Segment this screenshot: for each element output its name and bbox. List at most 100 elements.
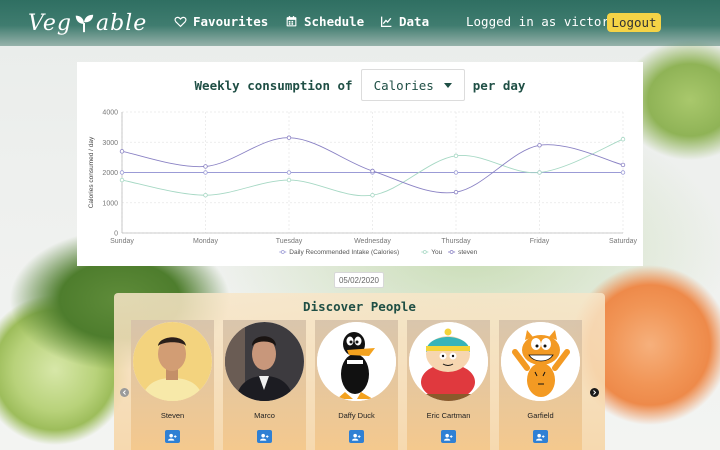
avatar bbox=[317, 322, 396, 401]
man-yellow-shirt-avatar bbox=[133, 322, 212, 401]
line-chart-icon bbox=[380, 16, 392, 28]
avatar bbox=[409, 322, 488, 401]
logout-button[interactable]: Logout bbox=[607, 13, 661, 32]
data-point bbox=[370, 168, 375, 174]
nav-schedule[interactable]: Schedule bbox=[285, 14, 364, 29]
y-tick-label: 0 bbox=[114, 231, 118, 238]
carousel-next-button[interactable] bbox=[590, 388, 599, 397]
avatar bbox=[225, 322, 304, 401]
chart-title-prefix: Weekly consumption of bbox=[194, 77, 353, 93]
add-friend-button[interactable] bbox=[165, 430, 180, 443]
x-tick-label: Sunday bbox=[110, 238, 134, 245]
data-point bbox=[286, 177, 292, 183]
data-point bbox=[286, 170, 292, 175]
app-logo[interactable]: Veg able bbox=[28, 9, 147, 37]
data-point bbox=[203, 192, 208, 198]
heart-icon bbox=[174, 16, 187, 28]
data-point bbox=[453, 170, 459, 175]
chevron-right-icon bbox=[593, 390, 597, 395]
nav-schedule-label: Schedule bbox=[304, 14, 365, 29]
metric-select-value: Calories bbox=[373, 77, 434, 93]
y-tick-label: 1000 bbox=[102, 200, 118, 207]
person-name: Steven bbox=[160, 411, 185, 420]
discover-people-panel: Discover People Steven Marco Daffy Duck … bbox=[114, 293, 605, 450]
data-point bbox=[620, 162, 626, 168]
x-tick-label: Wednesday bbox=[354, 238, 391, 245]
logo-text-start: Veg bbox=[28, 10, 72, 36]
data-point bbox=[537, 143, 542, 148]
add-friend-button[interactable] bbox=[349, 430, 364, 443]
chart-title: Weekly consumption of Calories per day bbox=[77, 68, 643, 102]
data-point bbox=[203, 164, 208, 169]
x-tick-label: Tuesday bbox=[276, 238, 303, 245]
data-point bbox=[537, 170, 542, 175]
add-friend-button[interactable] bbox=[441, 430, 456, 443]
person-name: Eric Cartman bbox=[426, 411, 471, 420]
metric-select[interactable]: Calories bbox=[360, 69, 465, 101]
nav-data-label: Data bbox=[399, 14, 430, 29]
avatar bbox=[133, 322, 212, 401]
data-point bbox=[286, 135, 292, 140]
y-tick-label: 4000 bbox=[102, 110, 118, 117]
garfield-avatar bbox=[501, 322, 580, 401]
y-axis-label: Calories consumed / day bbox=[88, 136, 95, 208]
logo-text-end: able bbox=[95, 10, 148, 36]
sprout-icon bbox=[75, 14, 94, 33]
man-suit-avatar bbox=[225, 322, 304, 401]
data-point bbox=[453, 153, 459, 159]
chevron-down-icon bbox=[443, 82, 452, 88]
person-card[interactable]: Garfield bbox=[499, 320, 582, 450]
chart-title-suffix: per day bbox=[472, 77, 526, 93]
x-tick-label: Friday bbox=[530, 238, 550, 245]
data-point bbox=[119, 177, 125, 183]
person-name: Marco bbox=[254, 411, 275, 420]
user-plus-icon bbox=[536, 433, 545, 441]
data-point bbox=[453, 189, 459, 195]
data-point bbox=[119, 149, 125, 154]
date-label: 05/02/2020 bbox=[334, 272, 384, 288]
legend-label: Daily Recommended Intake (Calories) bbox=[289, 249, 399, 256]
logged-in-status: Logged in as victor bbox=[466, 14, 609, 29]
person-card[interactable]: Daffy Duck bbox=[315, 320, 398, 450]
data-point bbox=[119, 170, 125, 175]
carousel-prev-button[interactable] bbox=[120, 388, 129, 397]
nav-data[interactable]: Data bbox=[380, 14, 429, 29]
person-card[interactable]: Marco bbox=[223, 320, 306, 450]
legend-label: steven bbox=[458, 249, 478, 256]
chevron-left-icon bbox=[122, 390, 126, 395]
series-line bbox=[121, 138, 624, 197]
user-plus-icon bbox=[260, 433, 269, 441]
x-tick-label: Thursday bbox=[441, 238, 471, 245]
x-tick-label: Monday bbox=[193, 238, 218, 245]
data-point bbox=[620, 170, 626, 175]
x-tick-label: Saturday bbox=[609, 238, 638, 245]
user-plus-icon bbox=[168, 433, 177, 441]
person-card[interactable]: Eric Cartman bbox=[407, 320, 490, 450]
user-plus-icon bbox=[352, 433, 361, 441]
person-name: Daffy Duck bbox=[338, 411, 375, 420]
data-point bbox=[203, 170, 208, 175]
chart-card: Weekly consumption of Calories per day 0… bbox=[77, 62, 643, 266]
top-navbar: Veg able Favourites Schedule Data Logged… bbox=[0, 0, 720, 46]
y-tick-label: 2000 bbox=[102, 170, 118, 177]
nav-favourites-label: Favourites bbox=[193, 14, 269, 29]
person-card[interactable]: Steven bbox=[131, 320, 214, 450]
legend-marker bbox=[449, 250, 454, 254]
legend-marker bbox=[422, 250, 427, 254]
eric-cartman-avatar bbox=[409, 322, 488, 401]
discover-title: Discover People bbox=[303, 299, 416, 314]
legend-marker bbox=[280, 250, 285, 254]
legend-label: You bbox=[431, 249, 442, 256]
user-plus-icon bbox=[444, 433, 453, 441]
avatar bbox=[501, 322, 580, 401]
add-friend-button[interactable] bbox=[533, 430, 548, 443]
add-friend-button[interactable] bbox=[257, 430, 272, 443]
y-tick-label: 3000 bbox=[102, 140, 118, 147]
weekly-consumption-chart: 0 1000 2000 3000 4000 Sunday Monday Tuesday Wedn… bbox=[88, 110, 638, 257]
nav-favourites[interactable]: Favourites bbox=[174, 14, 268, 29]
data-point bbox=[370, 192, 375, 198]
person-name: Garfield bbox=[527, 411, 554, 420]
calendar-icon bbox=[286, 16, 297, 27]
data-point bbox=[620, 137, 626, 142]
daffy-duck-avatar bbox=[317, 322, 396, 401]
